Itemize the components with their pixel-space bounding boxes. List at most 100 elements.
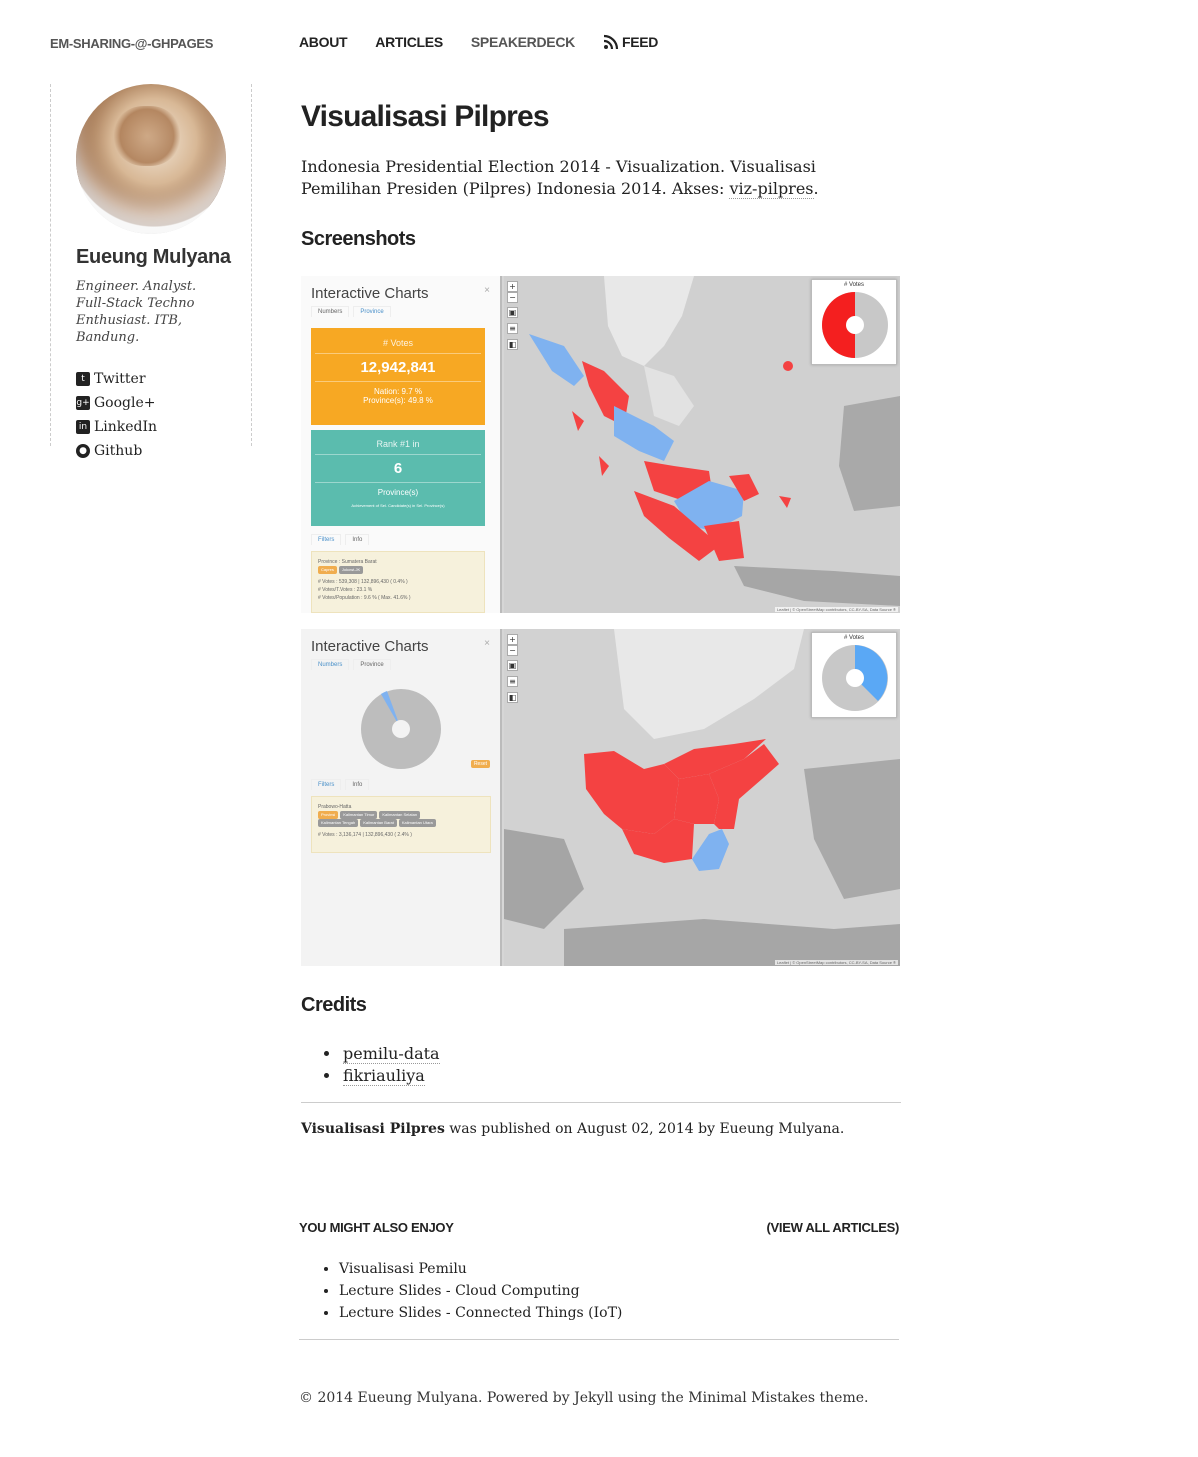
zoom-out-button[interactable]: −	[507, 645, 518, 656]
close-icon[interactable]: ×	[484, 285, 490, 296]
panel-tabs-2: Filters Info	[311, 534, 370, 545]
author-name: Eueung Mulyana	[76, 246, 231, 268]
twitter-icon: t	[76, 372, 90, 386]
related-item[interactable]: Lecture Slides - Connected Things (IoT)	[339, 1302, 899, 1324]
panel-tabs: Numbers Province	[311, 659, 391, 670]
top-nav: ABOUT ARTICLES SPEAKERDECK FEED	[299, 34, 658, 50]
nav-articles[interactable]: ARTICLES	[375, 34, 443, 50]
layers-button[interactable]: ≡	[507, 323, 518, 334]
github-icon: ●	[76, 444, 90, 458]
tab-filters[interactable]: Filters	[311, 779, 342, 790]
nav-about[interactable]: ABOUT	[299, 34, 348, 50]
site-title[interactable]: EM-SHARING-@-GHPAGES	[50, 36, 213, 51]
votes-box: # Votes 12,942,841 Nation: 9.7 % Provinc…	[311, 328, 485, 425]
info-line: # Votes : 539,308 | 132,896,430 ( 0.4% )	[318, 579, 408, 585]
panel-title: Interactive Charts	[311, 638, 429, 655]
nav-speakerdeck[interactable]: SPEAKERDECK	[471, 34, 575, 50]
tab-numbers[interactable]: Numbers	[311, 306, 350, 317]
panel-tabs-2: Filters Info	[311, 779, 370, 790]
info-box: Province : Sumatera Barat Capres Jokowi-J…	[311, 551, 485, 613]
social-twitter[interactable]: t Twitter	[76, 367, 251, 391]
rank-unit: Province(s)	[377, 488, 419, 497]
fullscreen-button[interactable]: ▣	[507, 307, 518, 318]
page-title: Visualisasi Pilpres	[301, 100, 550, 133]
related-item[interactable]: Visualisasi Pemilu	[339, 1258, 899, 1280]
divider	[301, 1102, 901, 1103]
social-github[interactable]: ● Github	[76, 439, 251, 463]
tag: Kalimantan Tengah	[318, 819, 359, 827]
social-google-plus[interactable]: g+ Google+	[76, 391, 251, 415]
panel-toggle-button[interactable]: ◧	[507, 692, 518, 703]
pie-hole	[846, 669, 864, 687]
rank-note: Achievement of Sel. Candidate(s) in Sel.…	[351, 503, 445, 508]
related-heading: YOU MIGHT ALSO ENJOY	[299, 1220, 454, 1235]
mini-pie-chart: # Votes	[811, 632, 897, 718]
tab-info[interactable]: Info	[345, 779, 370, 790]
mini-pie-chart: # Votes	[811, 279, 897, 365]
divider	[299, 1339, 899, 1340]
google-plus-icon: g+	[76, 396, 90, 410]
province-pie-chart	[361, 689, 441, 769]
pie-chart	[822, 645, 888, 711]
tab-filters[interactable]: Filters	[311, 534, 342, 545]
pie-chart	[822, 292, 888, 358]
fullscreen-button[interactable]: ▣	[507, 660, 518, 671]
rank-value: 6	[393, 460, 403, 477]
nav-feed[interactable]: FEED	[603, 34, 658, 50]
pie-hole	[392, 720, 410, 738]
nation-line: Nation: 9.7 %	[373, 387, 423, 396]
pie-hole	[846, 316, 864, 334]
intro-end: .	[813, 179, 819, 198]
credit-link-fikriauliya[interactable]: fikriauliya	[343, 1066, 425, 1086]
map-attribution: Leaflet | © OpenStreetMap contributors, …	[774, 960, 898, 965]
tab-province[interactable]: Province	[353, 659, 391, 670]
info-box: Prabowo-Hatta Provinsi Kalimantan Timur Ka…	[311, 796, 491, 853]
layers-button[interactable]: ≡	[507, 676, 518, 687]
author-bio: Engineer. Analyst. Full-Stack Techno Ent…	[76, 279, 197, 345]
screenshots-heading: Screenshots	[301, 228, 416, 250]
list-item: fikriauliya	[341, 1065, 901, 1087]
credits-list: pemilu-data fikriauliya	[341, 1043, 901, 1087]
social-links: t Twitter g+ Google+ in LinkedIn ● Githu…	[76, 367, 251, 463]
related-posts: YOU MIGHT ALSO ENJOY (VIEW ALL ARTICLES)…	[299, 1220, 899, 1340]
close-icon[interactable]: ×	[484, 638, 490, 649]
zoom-in-button[interactable]: +	[507, 281, 518, 292]
avatar	[76, 84, 226, 234]
panel-tabs: Numbers Province	[311, 306, 391, 317]
tag: Kalimantan Barat	[360, 819, 397, 827]
panel-toggle-button[interactable]: ◧	[507, 339, 518, 350]
reset-button[interactable]: Reset	[470, 760, 490, 768]
rank-label: Rank #1 in	[376, 439, 420, 449]
info-province: Province : Sumatera Barat	[318, 559, 377, 565]
zoom-out-button[interactable]: −	[507, 292, 518, 303]
tag: Jokowi-JK	[338, 566, 364, 574]
published-title: Visualisasi Pilpres	[301, 1121, 445, 1137]
tab-numbers[interactable]: Numbers	[311, 659, 350, 670]
rank-box: Rank #1 in 6 Province(s) Achievement of …	[311, 430, 485, 526]
social-linkedin[interactable]: in LinkedIn	[76, 415, 251, 439]
credit-link-pemilu-data[interactable]: pemilu-data	[343, 1044, 440, 1064]
tab-province[interactable]: Province	[353, 306, 391, 317]
view-all-articles-link[interactable]: (VIEW ALL ARTICLES)	[767, 1220, 900, 1235]
charts-panel: Interactive Charts × Numbers Province # …	[301, 276, 502, 613]
info-line: # Votes : 3,136,174 | 132,896,430 ( 2.4%…	[318, 832, 412, 838]
related-item[interactable]: Lecture Slides - Cloud Computing	[339, 1280, 899, 1302]
info-title: Prabowo-Hatta	[318, 804, 352, 810]
screenshot-1: Interactive Charts × Numbers Province # …	[301, 276, 900, 613]
credits-heading: Credits	[301, 994, 367, 1016]
related-list: Visualisasi Pemilu Lecture Slides - Clou…	[339, 1258, 899, 1324]
rss-icon	[603, 34, 619, 50]
viz-pilpres-link[interactable]: viz-pilpres	[729, 179, 814, 199]
zoom-in-button[interactable]: +	[507, 634, 518, 645]
linkedin-icon: in	[76, 420, 90, 434]
map-attribution: Leaflet | © OpenStreetMap contributors, …	[774, 607, 898, 612]
tab-info[interactable]: Info	[345, 534, 370, 545]
social-label: Twitter	[94, 371, 146, 387]
published-text: was published on August 02, 2014 by Eueu…	[444, 1121, 845, 1137]
screenshot-2: Interactive Charts × Numbers Province Re…	[301, 629, 900, 966]
published-note: Visualisasi Pilpres was published on Aug…	[301, 1121, 901, 1137]
votes-value: 12,942,841	[360, 359, 436, 376]
info-line: # Votes/T.Votes : 23.1 %	[318, 587, 373, 593]
tag: Kalimantan Selatan	[379, 811, 421, 819]
footer: © 2014 Eueung Mulyana. Powered by Jekyll…	[299, 1390, 869, 1406]
